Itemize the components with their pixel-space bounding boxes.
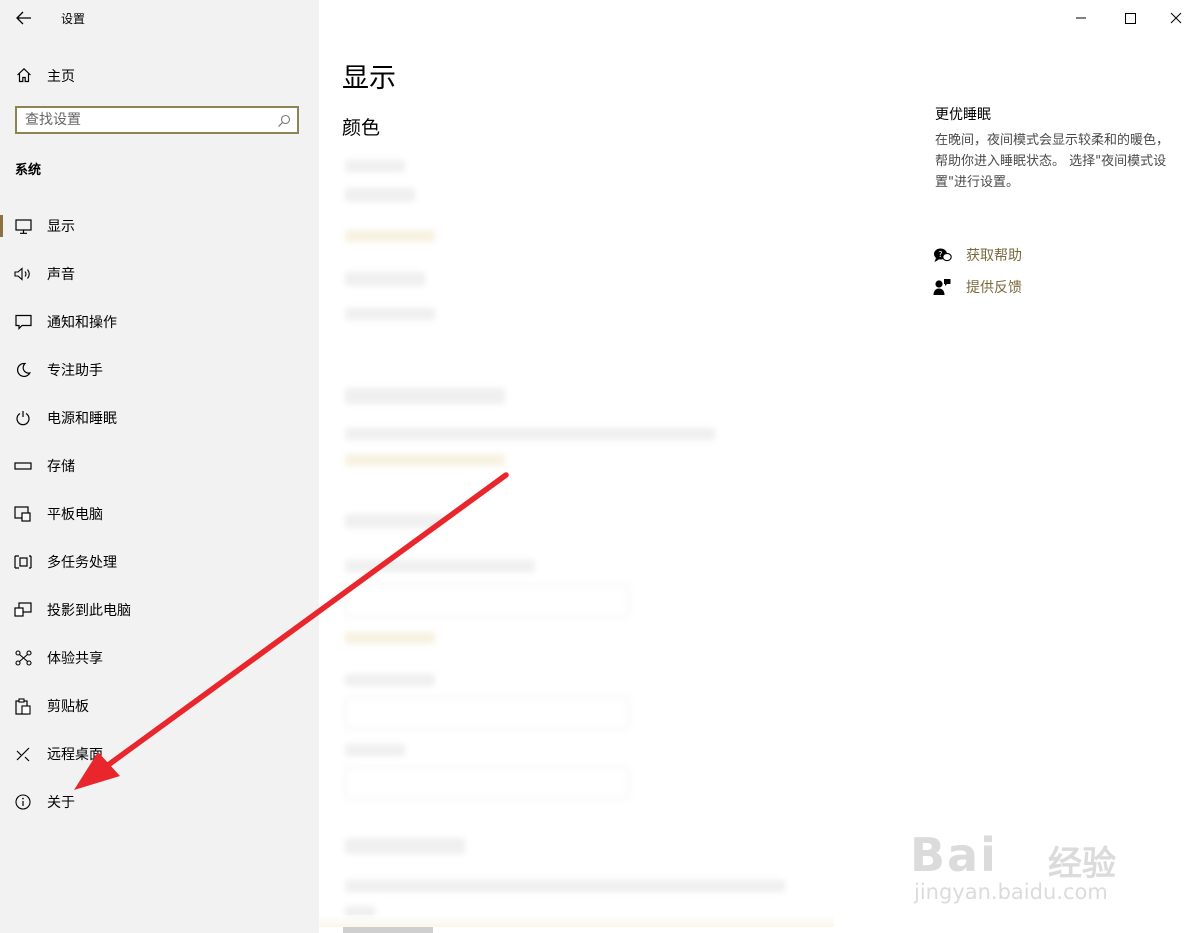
- back-arrow-icon: [16, 11, 31, 25]
- get-help-link[interactable]: ? 获取帮助: [933, 243, 1022, 267]
- back-button[interactable]: [8, 4, 40, 32]
- sidebar-item-storage[interactable]: 存储: [0, 446, 319, 486]
- sidebar-item-label: 显示: [47, 219, 75, 235]
- main-content: 显示 颜色 更优睡眠 在晚间，夜间模式会显示较柔和的暖色，帮助你进入睡眠状态。 …: [319, 0, 1190, 933]
- app-title: 设置: [61, 12, 86, 26]
- feedback-label: 提供反馈: [966, 280, 1022, 296]
- sidebar-item-label: 专注助手: [47, 363, 103, 379]
- speaker-icon: [14, 266, 32, 282]
- related-title: 更优睡眠: [935, 107, 991, 123]
- search-box[interactable]: [15, 106, 299, 134]
- content-bottom-fade: [319, 915, 834, 927]
- sidebar-item-label: 投影到此电脑: [47, 603, 131, 619]
- sidebar-item-label: 平板电脑: [47, 507, 103, 523]
- share-icon: [14, 650, 32, 666]
- sidebar-item-label: 远程桌面: [47, 747, 103, 763]
- watermark-brand-suffix: 经验: [1048, 844, 1116, 884]
- home-label: 主页: [47, 69, 75, 85]
- sidebar-item-tablet[interactable]: 平板电脑: [0, 494, 319, 534]
- feedback-icon: [933, 278, 955, 296]
- watermark-brand: Bai: [910, 828, 998, 882]
- power-icon: [14, 410, 32, 426]
- monitor-icon: [14, 218, 32, 234]
- sidebar-item-sound[interactable]: 声音: [0, 254, 319, 294]
- minimize-button[interactable]: [1069, 8, 1093, 28]
- sidebar-item-display[interactable]: 显示: [0, 206, 319, 246]
- section-title-color: 颜色: [342, 117, 381, 139]
- baidu-watermark: Bai 经验 jingyan.baidu.com: [910, 800, 1140, 910]
- sidebar-item-label: 剪贴板: [47, 699, 89, 715]
- sidebar-item-focus-assist[interactable]: 专注助手: [0, 350, 319, 390]
- feedback-link[interactable]: 提供反馈: [933, 275, 1022, 299]
- page-title: 显示: [342, 63, 396, 94]
- info-icon: [14, 794, 32, 810]
- sidebar-item-notifications[interactable]: 通知和操作: [0, 302, 319, 342]
- tablet-icon: [14, 506, 32, 522]
- sidebar-item-label: 电源和睡眠: [47, 411, 117, 427]
- sidebar-item-shared-experience[interactable]: 体验共享: [0, 638, 319, 678]
- sidebar: 设置 主页 系统 显示 声音 通知和操作 专注助手 电源和睡眠 存储 平板: [0, 0, 319, 933]
- scrollbar-thumb[interactable]: [343, 927, 433, 933]
- sidebar-item-label: 存储: [47, 459, 75, 475]
- search-icon[interactable]: [277, 113, 291, 132]
- sidebar-item-project[interactable]: 投影到此电脑: [0, 590, 319, 630]
- close-icon: [1170, 12, 1182, 24]
- sidebar-item-about[interactable]: 关于: [0, 782, 319, 822]
- svg-text:?: ?: [938, 250, 942, 259]
- sidebar-item-clipboard[interactable]: 剪贴板: [0, 686, 319, 726]
- storage-icon: [14, 458, 32, 474]
- sidebar-item-remote-desktop[interactable]: 远程桌面: [0, 734, 319, 774]
- sidebar-item-label: 声音: [47, 267, 75, 283]
- maximize-icon: [1124, 12, 1136, 24]
- sidebar-item-label: 通知和操作: [47, 315, 117, 331]
- multitask-icon: [14, 554, 32, 570]
- watermark-url: jingyan.baidu.com: [914, 880, 1108, 904]
- home-icon: [16, 67, 32, 87]
- help-chat-icon: ?: [933, 247, 955, 264]
- sidebar-item-home[interactable]: 主页: [0, 60, 319, 90]
- minimize-icon: [1076, 17, 1086, 19]
- sidebar-item-power[interactable]: 电源和睡眠: [0, 398, 319, 438]
- related-description: 在晚间，夜间模式会显示较柔和的暖色，帮助你进入睡眠状态。 选择"夜间模式设置"进…: [935, 133, 1170, 190]
- blurred-settings-area: [339, 140, 839, 933]
- sidebar-item-label: 体验共享: [47, 651, 103, 667]
- moon-icon: [14, 362, 32, 378]
- remote-desktop-icon: [14, 746, 32, 762]
- sidebar-item-label: 多任务处理: [47, 555, 117, 571]
- get-help-label: 获取帮助: [966, 248, 1022, 264]
- sidebar-item-multitasking[interactable]: 多任务处理: [0, 542, 319, 582]
- search-input[interactable]: [25, 111, 265, 129]
- notification-icon: [14, 314, 32, 330]
- clipboard-icon: [14, 697, 32, 715]
- sidebar-item-label: 关于: [47, 795, 75, 811]
- section-header-system: 系统: [15, 163, 42, 178]
- close-button[interactable]: [1164, 8, 1188, 28]
- maximize-button[interactable]: [1118, 8, 1142, 28]
- projector-icon: [14, 602, 32, 618]
